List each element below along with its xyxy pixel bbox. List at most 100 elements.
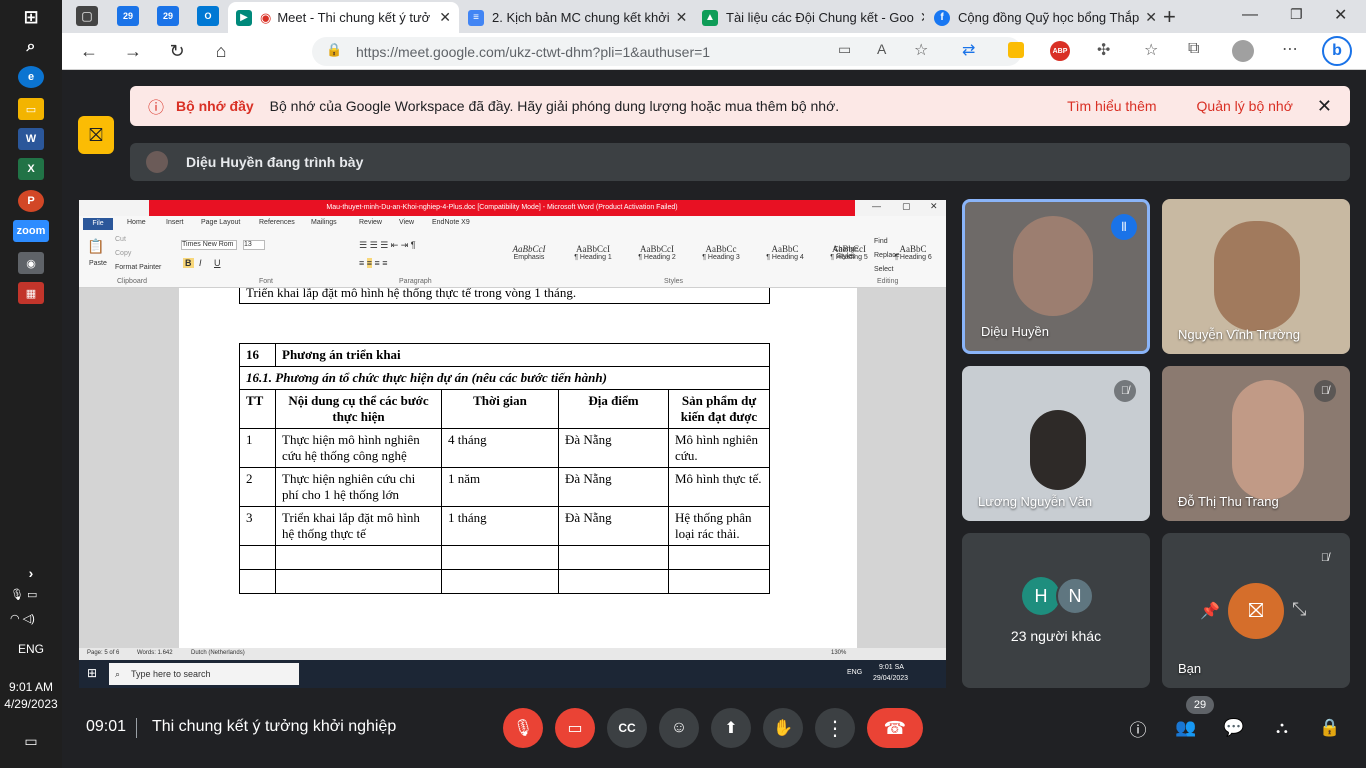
italic-button[interactable]: I (199, 258, 202, 268)
style-heading-1[interactable]: AaBbCcI ¶ Heading 1 (563, 244, 623, 261)
menu-page-layout[interactable]: Page Layout (201, 219, 240, 226)
cut-button[interactable]: Cut (115, 236, 126, 243)
leave-call-button[interactable]: ☎ (867, 708, 923, 748)
mic-off-button[interactable]: 🎙 (503, 708, 543, 748)
windows-start-icon[interactable]: ⊞ (18, 6, 44, 28)
format-painter-button[interactable]: Format Painter (115, 264, 161, 271)
favorite-icon[interactable]: ☆ (914, 40, 928, 60)
edge-icon[interactable]: e (18, 66, 44, 88)
notification-icon[interactable]: ▭ (18, 730, 44, 752)
more-options-button[interactable]: ⋮ (815, 708, 855, 748)
info-icon[interactable]: ⓘ (1124, 714, 1152, 742)
new-tab-button[interactable]: + (1163, 4, 1176, 30)
close-icon[interactable]: ✕ (1139, 9, 1157, 26)
word-minimize[interactable]: — (872, 201, 881, 211)
other-participants-tile[interactable]: H N 23 người khác (962, 533, 1150, 688)
word-restore[interactable]: ▢ (902, 201, 911, 212)
paste-icon[interactable]: 📋 (87, 238, 104, 255)
present-button[interactable]: ⬆ (711, 708, 751, 748)
calendar-tab-2[interactable]: 29 (157, 6, 179, 26)
replace-button[interactable]: Replace (874, 252, 900, 259)
app-icon[interactable]: ◉ (18, 252, 44, 274)
underline-button[interactable]: U (214, 258, 221, 268)
file-menu[interactable]: File (83, 218, 113, 230)
menu-insert[interactable]: Insert (166, 219, 184, 226)
zoom-icon[interactable]: zoom (13, 220, 49, 242)
zoom-level[interactable]: 130% (831, 650, 846, 656)
favorites-icon[interactable]: ☆ (1144, 40, 1158, 60)
read-aloud-icon[interactable]: A (877, 41, 886, 57)
camera-icon[interactable]: ▭ (838, 41, 851, 58)
pin-icon[interactable]: 📌 (1200, 601, 1220, 621)
participant-tile-do-thi-thu-trang[interactable]: 🎙̸ Đỗ Thị Thu Trang (1162, 366, 1350, 521)
align-icons[interactable]: ≡ ≡ ≡ ≡ (359, 258, 388, 268)
tab-meet[interactable]: ▶ ◉ Meet - Thi chung kết ý tưở ✕ (228, 2, 459, 33)
word-icon[interactable]: W (18, 128, 44, 150)
tab-docs[interactable]: ≡ 2. Kịch bản MC chung kết khởi ✕ (460, 2, 692, 33)
hide-presentation-icon[interactable]: ⛝ (78, 116, 114, 154)
close-icon[interactable]: ✕ (670, 9, 688, 26)
style-heading-4[interactable]: AaBbC ¶ Heading 4 (755, 244, 815, 261)
participant-tile-dieu-huyen[interactable]: ⦀ Diệu Huyền (962, 199, 1150, 354)
more-icon[interactable]: ⋯ (1282, 39, 1298, 59)
excel-icon[interactable]: X (18, 158, 44, 180)
tray-icons[interactable]: 🎙 ▭ (10, 588, 54, 601)
forward-button[interactable]: → (122, 41, 144, 62)
tab-actions-icon[interactable]: ▢ (76, 6, 98, 26)
font-size-box[interactable]: 13 (243, 240, 265, 250)
select-button[interactable]: Select (874, 266, 893, 273)
profile-avatar[interactable] (1232, 40, 1254, 62)
paste-label[interactable]: Paste (89, 260, 107, 267)
minimize-button[interactable]: — (1242, 6, 1258, 24)
captions-button[interactable]: CC (607, 708, 647, 748)
extensions-icon[interactable]: ✣ (1097, 40, 1110, 60)
outlook-tab-icon[interactable]: O (197, 6, 219, 26)
copy-button[interactable]: Copy (115, 250, 131, 257)
menu-references[interactable]: References (259, 219, 295, 226)
host-controls-icon[interactable]: 🔒 (1316, 714, 1344, 742)
menu-review[interactable]: Review (359, 219, 382, 226)
style-heading-3[interactable]: AaBbCc ¶ Heading 3 (691, 244, 751, 261)
chevron-right-icon[interactable]: › (18, 562, 44, 584)
window-close-button[interactable]: ✕ (1334, 5, 1347, 25)
find-button[interactable]: Find (874, 238, 888, 245)
clock-time[interactable]: 9:01 AM (0, 680, 62, 694)
restore-button[interactable]: ❐ (1290, 6, 1303, 23)
style-heading-2[interactable]: AaBbCcI ¶ Heading 2 (627, 244, 687, 261)
participant-tile-nguyen-vinh-truong[interactable]: Nguyễn Vĩnh Trường (1162, 199, 1350, 354)
extension-icon[interactable] (1008, 42, 1024, 58)
people-icon[interactable]: 👥 (1172, 714, 1200, 742)
collections-icon[interactable]: ⧉ (1188, 40, 1199, 58)
learn-more-link[interactable]: Tìm hiểu thêm (1067, 98, 1156, 114)
self-tile[interactable]: 🎙̸ 📌 ⛝ ⤡ Bạn (1162, 533, 1350, 688)
style-emphasis[interactable]: AaBbCcI Emphasis (499, 244, 559, 261)
list-icons[interactable]: ☰ ☰ ☰ ⇤ ⇥ ¶ (359, 240, 416, 251)
file-explorer-icon[interactable]: ▭ (18, 98, 44, 120)
close-icon[interactable]: ✕ (1317, 96, 1332, 117)
adblock-icon[interactable]: ABP (1050, 41, 1070, 61)
language-indicator[interactable]: ENG (0, 642, 62, 656)
manage-storage-link[interactable]: Quản lý bộ nhớ (1197, 98, 1293, 114)
activities-icon[interactable]: ⛬ (1268, 714, 1296, 742)
clock-date[interactable]: 4/29/2023 (0, 697, 62, 711)
search-icon[interactable]: ⌕ (18, 36, 44, 58)
menu-endnote[interactable]: EndNote X9 (432, 219, 470, 226)
emoji-button[interactable]: ☺ (659, 708, 699, 748)
network-volume-icons[interactable]: ◠ ◁) (10, 612, 54, 625)
camera-off-icon[interactable]: ⛝ (1228, 583, 1284, 639)
change-styles-button[interactable]: Change Styles (831, 246, 861, 260)
tab-drive[interactable]: ▲ Tài liệu các Đội Chung kết - Goo ✕ (694, 2, 924, 33)
chat-icon[interactable]: 💬 (1220, 714, 1248, 742)
calendar-tab[interactable]: 29 (117, 6, 139, 26)
menu-mailings[interactable]: Mailings (311, 219, 337, 226)
menu-view[interactable]: View (399, 219, 414, 226)
home-button[interactable]: ⌂ (210, 41, 232, 62)
close-icon[interactable]: ✕ (433, 9, 451, 26)
bold-button[interactable]: B (183, 258, 194, 268)
tab-facebook[interactable]: f Cộng đồng Quỹ học bổng Thắp ✕ (926, 2, 1158, 33)
toolbox-icon[interactable]: ▦ (18, 282, 44, 304)
raise-hand-button[interactable]: ✋ (763, 708, 803, 748)
powerpoint-icon[interactable]: P (18, 190, 44, 212)
participant-tile-luong-nguyen-van[interactable]: 🎙̸ Lương Nguyễn Văn (962, 366, 1150, 521)
close-icon[interactable]: ✕ (914, 9, 924, 26)
